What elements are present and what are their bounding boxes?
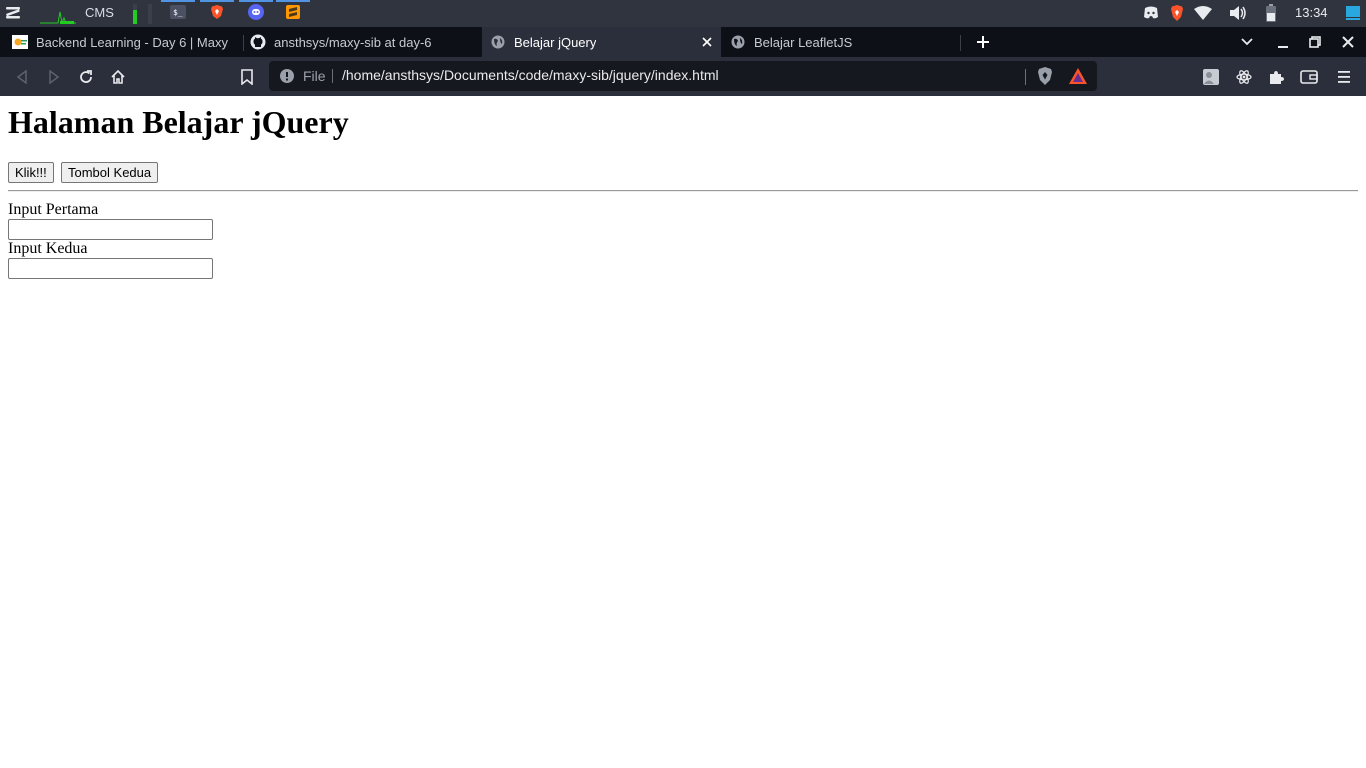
maxy-logo-icon xyxy=(12,34,28,50)
app-menu-icon[interactable] xyxy=(5,5,21,21)
profile-avatar-icon[interactable] xyxy=(1201,67,1221,87)
taskbar-discord[interactable] xyxy=(239,0,273,27)
input-pertama-field[interactable] xyxy=(8,219,213,240)
reload-icon[interactable] xyxy=(76,67,96,87)
globe-icon xyxy=(490,34,506,50)
input-pertama-label: Input Pertama xyxy=(8,201,99,218)
taskbar-sublime[interactable] xyxy=(276,0,310,27)
tab-title: ansthsys/maxy-sib at day-6 xyxy=(274,34,432,50)
url-text[interactable]: /home/ansthsys/Documents/code/maxy-sib/j… xyxy=(342,67,719,83)
forward-arrow-icon[interactable] xyxy=(44,67,64,87)
tab-github[interactable]: ansthsys/maxy-sib at day-6 xyxy=(244,27,481,57)
browser-tab-strip: Backend Learning - Day 6 | Maxy ansthsys… xyxy=(0,27,1366,57)
url-scheme-label: File xyxy=(303,68,326,84)
klik-button[interactable]: Klik!!! xyxy=(8,162,54,183)
extensions-puzzle-icon[interactable] xyxy=(1266,67,1286,87)
wifi-icon[interactable] xyxy=(1194,4,1212,22)
taskbar-brave[interactable] xyxy=(200,0,234,27)
minimize-window-icon[interactable] xyxy=(1275,34,1291,50)
github-icon xyxy=(250,34,266,50)
tombol-kedua-button[interactable]: Tombol Kedua xyxy=(61,162,159,183)
battery-icon[interactable] xyxy=(1264,4,1278,22)
sublime-text-icon xyxy=(285,4,301,24)
brave-shield-icon[interactable] xyxy=(1037,67,1053,85)
cpu-meter-fill xyxy=(133,10,137,24)
url-divider xyxy=(1025,69,1026,85)
workspace-label[interactable]: CMS xyxy=(85,5,114,20)
terminal-icon: $_ xyxy=(170,4,186,24)
tray-brave-icon[interactable] xyxy=(1169,4,1185,22)
page-content: Halaman Belajar jQuery Klik!!! Tombol Ke… xyxy=(0,96,1366,768)
url-divider xyxy=(332,69,333,83)
new-tab-icon[interactable] xyxy=(975,34,991,50)
tab-search-chevron-down-icon[interactable] xyxy=(1239,34,1255,50)
taskbar-terminal[interactable]: $_ xyxy=(161,0,195,27)
volume-icon[interactable] xyxy=(1229,4,1247,22)
tab-belajar-leaflet[interactable]: Belajar LeafletJS xyxy=(722,27,960,57)
tab-title: Belajar jQuery xyxy=(514,34,597,50)
tab-title: Belajar LeafletJS xyxy=(754,34,853,50)
globe-icon xyxy=(730,34,746,50)
main-menu-icon[interactable] xyxy=(1334,67,1354,87)
react-devtools-icon[interactable] xyxy=(1234,67,1254,87)
home-icon[interactable] xyxy=(108,67,128,87)
horizontal-divider xyxy=(8,190,1358,192)
wallet-icon[interactable] xyxy=(1299,67,1319,87)
tab-title: Backend Learning - Day 6 | Maxy xyxy=(36,34,228,50)
discord-icon xyxy=(248,3,264,24)
system-panel: CMS $_ 13:34 xyxy=(0,0,1366,27)
network-graph-icon xyxy=(40,4,76,25)
tab-belajar-jquery[interactable]: Belajar jQuery xyxy=(482,27,721,57)
restore-window-icon[interactable] xyxy=(1307,34,1323,50)
clock[interactable]: 13:34 xyxy=(1295,5,1328,20)
brave-icon xyxy=(209,4,225,24)
back-arrow-icon[interactable] xyxy=(12,67,32,87)
input-kedua-label: Input Kedua xyxy=(8,240,88,257)
close-tab-icon[interactable] xyxy=(699,34,715,50)
svg-text:$_: $_ xyxy=(173,8,183,17)
address-bar[interactable]: File /home/ansthsys/Documents/code/maxy-… xyxy=(269,61,1097,91)
input-kedua-field[interactable] xyxy=(8,258,213,279)
browser-toolbar: File /home/ansthsys/Documents/code/maxy-… xyxy=(0,57,1366,96)
bookmark-icon[interactable] xyxy=(237,67,257,87)
close-window-icon[interactable] xyxy=(1340,34,1356,50)
tray-discord-icon[interactable] xyxy=(1142,4,1160,22)
memory-meter xyxy=(148,4,152,24)
brave-rewards-icon[interactable] xyxy=(1069,68,1087,84)
page-heading: Halaman Belajar jQuery xyxy=(8,104,349,140)
notification-icon[interactable] xyxy=(1344,4,1362,22)
cpu-meter xyxy=(133,4,137,24)
tab-separator xyxy=(960,35,961,51)
tab-backend-learning[interactable]: Backend Learning - Day 6 | Maxy xyxy=(8,27,242,57)
site-info-icon[interactable] xyxy=(279,68,295,84)
